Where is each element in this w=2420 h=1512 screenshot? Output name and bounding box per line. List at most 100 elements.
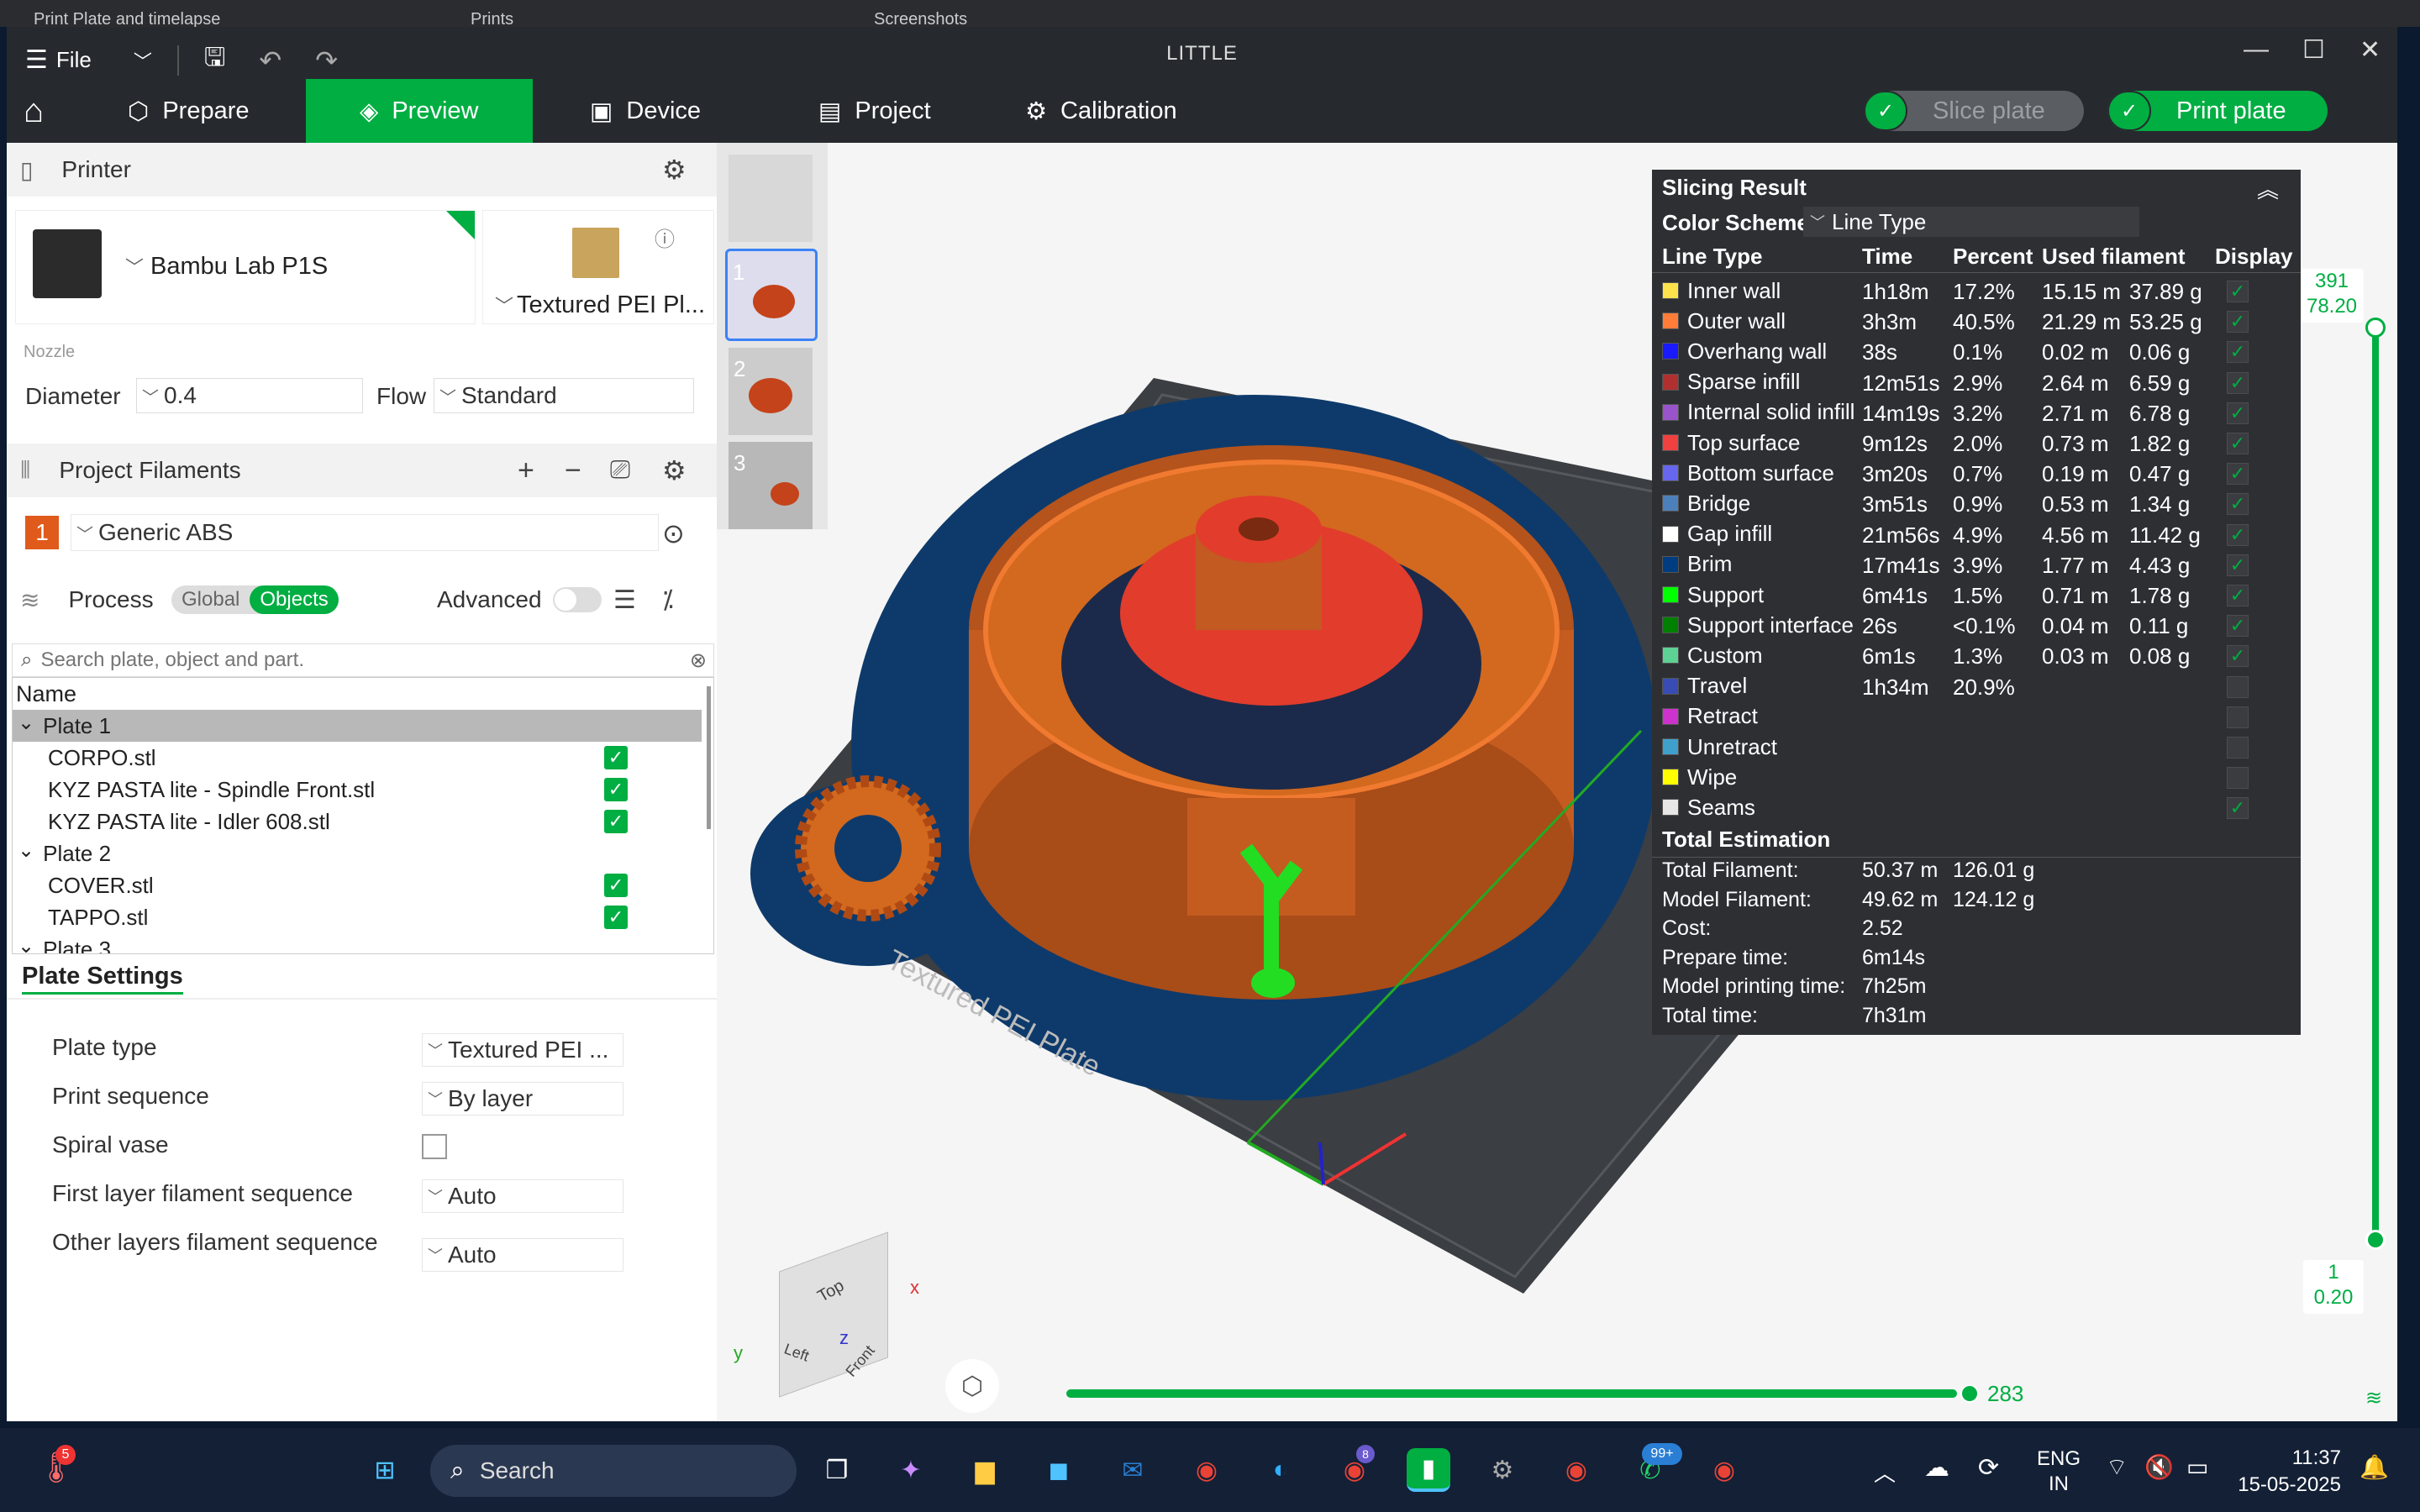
print-plate-button[interactable]: ✓ Print plate: [2107, 91, 2328, 131]
visibility-checkbox[interactable]: ✓: [604, 906, 628, 929]
display-checkbox[interactable]: ✓: [2227, 402, 2249, 424]
tree-plate-row[interactable]: ⌄ Plate 2: [13, 837, 702, 869]
close-icon[interactable]: ✕: [2360, 35, 2381, 65]
layers-icon[interactable]: ≋: [2365, 1386, 2382, 1410]
reset-view-button[interactable]: ⬡: [945, 1359, 999, 1413]
objects-label[interactable]: Objects: [250, 585, 339, 614]
display-checkbox[interactable]: ✓: [2227, 371, 2249, 394]
outlook-icon[interactable]: ✉: [1111, 1448, 1155, 1492]
search-box[interactable]: ⌕ ⊗: [12, 643, 714, 677]
tab-prepare[interactable]: ⬡ Prepare: [128, 79, 250, 143]
display-checkbox[interactable]: [2227, 737, 2249, 759]
language-indicator[interactable]: ENG IN: [2037, 1446, 2081, 1497]
clear-search-icon[interactable]: ⊗: [690, 648, 707, 673]
tab-project[interactable]: ▤ Project: [818, 79, 931, 143]
tree-object-row[interactable]: TAPPO.stl ✓: [13, 901, 702, 933]
plate-setting-dropdown[interactable]: ﹀ Auto: [422, 1238, 623, 1272]
layer-slider-top-handle[interactable]: [2365, 318, 2386, 338]
color-scheme-dropdown[interactable]: ﹀ Line Type: [1803, 207, 2139, 237]
global-objects-toggle[interactable]: Global Objects: [171, 585, 339, 614]
store-icon[interactable]: ◼: [1037, 1448, 1081, 1492]
compare-icon[interactable]: ⁒: [662, 585, 674, 615]
bg-tab[interactable]: Prints: [471, 10, 513, 27]
view-cube[interactable]: Top Left Front x y z: [734, 1231, 919, 1403]
tab-device[interactable]: ▣ Device: [590, 79, 701, 143]
plate-setting-dropdown[interactable]: ﹀ By layer: [422, 1082, 623, 1116]
copilot-icon[interactable]: ✦: [889, 1448, 933, 1492]
tree-plate-row[interactable]: ⌄ Plate 1: [13, 710, 702, 742]
chevron-down-icon[interactable]: ⌄: [18, 934, 34, 954]
clock[interactable]: 11:37 15-05-2025: [2235, 1445, 2341, 1499]
slice-plate-button[interactable]: ✓ Slice plate: [1864, 91, 2084, 131]
file-explorer-icon[interactable]: ▆: [963, 1448, 1007, 1492]
tab-preview[interactable]: ◈ Preview: [306, 79, 533, 143]
bg-tab[interactable]: Screenshots: [874, 10, 967, 27]
layer-slider-bottom-handle[interactable]: [2365, 1230, 2386, 1250]
edge-icon[interactable]: ◐: [1259, 1448, 1302, 1492]
filament-dropdown[interactable]: ﹀ Generic ABS: [71, 514, 659, 551]
start-icon[interactable]: ⊞: [363, 1448, 407, 1492]
spiral-vase-checkbox[interactable]: [422, 1134, 447, 1159]
layer-slider-track[interactable]: [2372, 326, 2379, 1240]
display-checkbox[interactable]: ✓: [2227, 281, 2249, 302]
display-checkbox[interactable]: ✓: [2227, 645, 2249, 668]
bambu-studio-icon[interactable]: ▮: [1407, 1448, 1450, 1492]
chrome-other-icon[interactable]: ◉: [1702, 1448, 1746, 1492]
info-icon[interactable]: ⓘ: [655, 223, 675, 252]
wifi-icon[interactable]: ⌔: [2106, 1453, 2128, 1483]
remove-icon[interactable]: −: [565, 454, 581, 487]
bg-tab[interactable]: Print Plate and timelapse: [34, 10, 220, 27]
tab-calibration[interactable]: ⚙ Calibration: [1025, 79, 1177, 143]
global-label[interactable]: Global: [171, 588, 250, 612]
plate-thumb-3[interactable]: 3: [729, 442, 813, 529]
gear-icon[interactable]: ⚙: [662, 154, 687, 186]
plate-card[interactable]: ⓘ ﹀ Textured PEI Pl...: [482, 210, 714, 324]
chevron-up-icon[interactable]: ︿: [1874, 1457, 1896, 1488]
plate-thumb-1[interactable]: 1: [725, 249, 818, 341]
visibility-checkbox[interactable]: ✓: [604, 874, 628, 897]
volume-icon[interactable]: 🔇: [2144, 1453, 2174, 1481]
display-checkbox[interactable]: ✓: [2227, 433, 2249, 454]
task-view-icon[interactable]: ❐: [815, 1448, 859, 1492]
plate-setting-dropdown[interactable]: ﹀ Textured PEI ...: [422, 1033, 623, 1067]
collapse-icon[interactable]: ︽: [2257, 173, 2279, 204]
chrome-d-icon[interactable]: ◉: [1555, 1448, 1598, 1492]
chevron-down-icon[interactable]: ⌄: [18, 838, 34, 863]
tree-scrollbar[interactable]: [707, 686, 711, 829]
chevron-down-icon[interactable]: ✓: [2107, 91, 2151, 131]
settings-icon[interactable]: ⚙: [1481, 1448, 1524, 1492]
search-input[interactable]: [40, 648, 680, 672]
display-checkbox[interactable]: ✓: [2227, 311, 2249, 333]
home-button[interactable]: ⌂: [24, 79, 74, 143]
notification-center-icon[interactable]: 🔔: [2360, 1453, 2389, 1481]
visibility-checkbox[interactable]: ✓: [604, 746, 628, 769]
plate-setting-dropdown[interactable]: ﹀ Auto: [422, 1179, 623, 1213]
sync-ams-icon[interactable]: ⎚: [610, 456, 630, 485]
tree-object-row[interactable]: COVER.stl ✓: [13, 869, 702, 901]
maximize-icon[interactable]: ☐: [2302, 35, 2325, 65]
filament-index-badge[interactable]: 1: [25, 516, 59, 549]
plate-thumb-all[interactable]: [729, 155, 813, 242]
list-icon[interactable]: ☰: [613, 585, 636, 615]
chevron-down-icon[interactable]: ﹀: [495, 291, 513, 318]
battery-icon[interactable]: ▭: [2186, 1453, 2208, 1481]
display-checkbox[interactable]: ✓: [2227, 585, 2249, 606]
visibility-checkbox[interactable]: ✓: [604, 778, 628, 801]
minimize-icon[interactable]: —: [2244, 35, 2269, 64]
advanced-toggle[interactable]: [553, 587, 602, 612]
tree-object-row[interactable]: KYZ PASTA lite - Spindle Front.stl ✓: [13, 774, 702, 806]
tree-plate-row[interactable]: ⌄ Plate 3: [13, 933, 702, 954]
display-checkbox[interactable]: ✓: [2227, 523, 2249, 546]
chevron-down-icon[interactable]: ✓: [1864, 91, 1907, 131]
display-checkbox[interactable]: ✓: [2227, 554, 2249, 576]
gear-icon[interactable]: ⚙: [662, 454, 687, 486]
diameter-dropdown[interactable]: ﹀ 0.4: [136, 378, 363, 413]
move-slider-handle[interactable]: [1960, 1384, 1979, 1403]
visibility-checkbox[interactable]: ✓: [604, 810, 628, 833]
move-slider[interactable]: [1066, 1389, 1957, 1398]
plate-thumb-2[interactable]: 2: [729, 348, 813, 435]
display-checkbox[interactable]: [2227, 675, 2249, 698]
cloud-icon[interactable]: ☁: [1924, 1453, 1949, 1483]
chevron-down-icon[interactable]: ﹀: [125, 253, 144, 280]
display-checkbox[interactable]: ✓: [2227, 615, 2249, 638]
